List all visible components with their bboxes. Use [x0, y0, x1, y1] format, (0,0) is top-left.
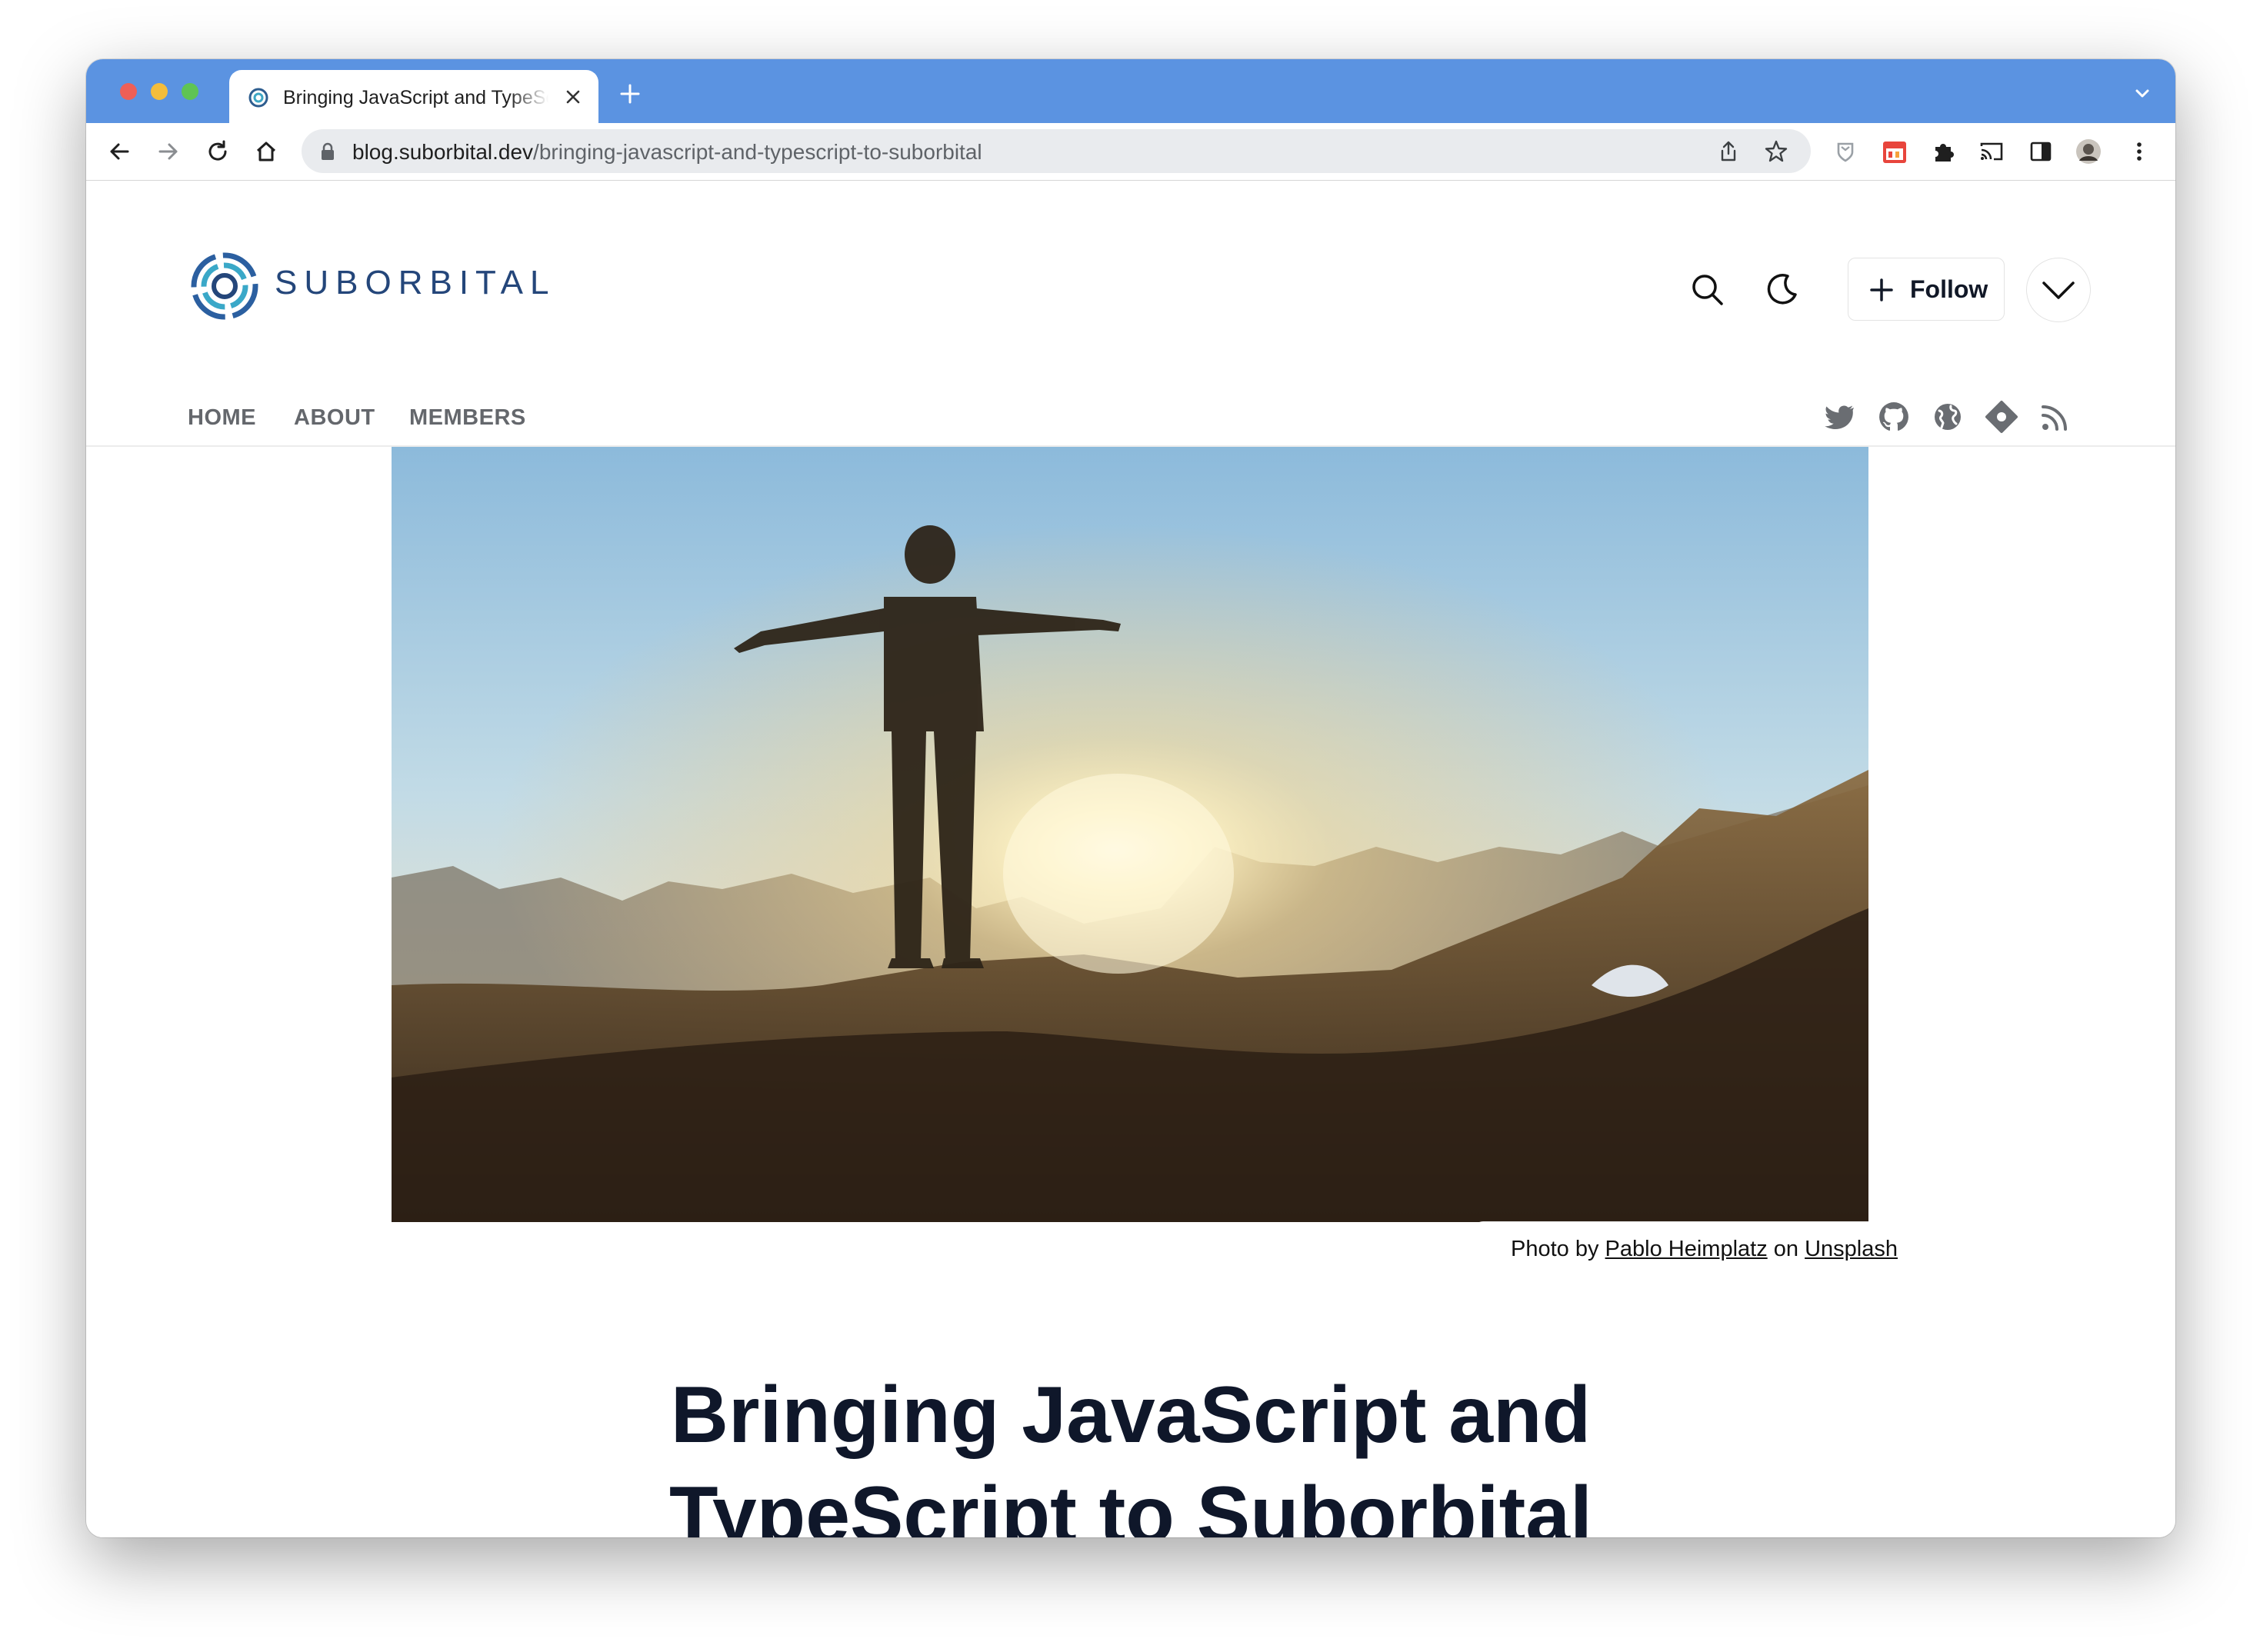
browser-toolbar: blog.suborbital.dev/bringing-javascript-… [86, 123, 2175, 181]
suborbital-favicon-icon [248, 88, 268, 108]
calendar-extension-icon[interactable] [1880, 137, 1909, 166]
chevron-down-icon[interactable] [2131, 82, 2154, 105]
page-content: SUBORBITAL Follow HOME ABOUT MEMBERS Pho… [86, 181, 2175, 1537]
close-window-button[interactable] [120, 83, 137, 100]
photo-credit-text: Photo by Pablo Heimplatz on Unsplash [1511, 1237, 1898, 1262]
puzzle-icon[interactable] [1929, 137, 1958, 166]
twitter-icon[interactable] [1823, 400, 1857, 434]
profile-avatar[interactable] [2074, 137, 2103, 166]
star-icon[interactable] [1763, 138, 1789, 165]
maximize-window-button[interactable] [182, 83, 198, 100]
forward-arrow-icon[interactable] [154, 137, 183, 166]
reload-icon[interactable] [203, 137, 232, 166]
follow-button[interactable]: Follow [1848, 258, 2005, 321]
globe-icon[interactable] [1931, 400, 1965, 434]
nav-home[interactable]: HOME [188, 405, 256, 431]
nav-about[interactable]: ABOUT [294, 405, 375, 431]
browser-window: Bringing JavaScript and TypeScript to Su… [86, 59, 2175, 1537]
cast-icon[interactable] [1977, 137, 2006, 166]
plus-icon [1870, 278, 1893, 301]
tab-title: Bringing JavaScript and TypeScript to Su… [283, 87, 548, 108]
extension-shield-icon[interactable] [1831, 137, 1860, 166]
credit-author-link[interactable]: Pablo Heimplatz [1605, 1237, 1768, 1261]
moon-icon[interactable] [1762, 270, 1802, 310]
more-options-button[interactable] [2026, 258, 2091, 322]
chevron-down-icon [2042, 281, 2075, 299]
back-arrow-icon[interactable] [105, 137, 134, 166]
tab-close-icon[interactable] [560, 84, 586, 110]
photo-credit: Photo by Pablo Heimplatz on Unsplash [1474, 1221, 1942, 1277]
browser-titlebar: Bringing JavaScript and TypeScript to Su… [86, 59, 2175, 123]
home-icon[interactable] [252, 137, 281, 166]
minimize-window-button[interactable] [151, 83, 168, 100]
url-host: blog.suborbital.dev [352, 140, 534, 164]
follow-label: Follow [1910, 275, 1988, 303]
article-title: Bringing JavaScript and TypeScript to Su… [548, 1365, 1714, 1537]
article-title-line-2: TypeScript to Suborbital [669, 1470, 1592, 1537]
url-path: /bringing-javascript-and-typescript-to-s… [533, 140, 982, 164]
browser-tab[interactable]: Bringing JavaScript and TypeScript to Su… [229, 70, 598, 123]
lock-icon [322, 142, 334, 160]
address-bar[interactable]: blog.suborbital.dev/bringing-javascript-… [302, 129, 1811, 173]
hero-image [392, 447, 1868, 1222]
share-icon[interactable] [1715, 138, 1742, 165]
rss-icon[interactable] [2038, 400, 2072, 434]
kebab-menu-icon[interactable] [2125, 137, 2154, 166]
brand-wordmark[interactable]: SUBORBITAL [275, 264, 555, 302]
discord-icon[interactable] [1985, 400, 2018, 434]
search-icon[interactable] [1688, 270, 1728, 310]
url-text[interactable]: blog.suborbital.dev/bringing-javascript-… [352, 140, 982, 165]
credit-mid: on [1773, 1237, 1799, 1261]
article-title-line-1: Bringing JavaScript and [670, 1371, 1592, 1460]
sidepanel-icon[interactable] [2026, 137, 2055, 166]
github-icon[interactable] [1877, 400, 1911, 434]
new-tab-icon[interactable] [617, 81, 643, 107]
suborbital-logo[interactable] [190, 251, 259, 321]
nav-members[interactable]: MEMBERS [409, 405, 526, 431]
credit-prefix: Photo by [1511, 1237, 1599, 1261]
credit-source-link[interactable]: Unsplash [1805, 1237, 1898, 1261]
